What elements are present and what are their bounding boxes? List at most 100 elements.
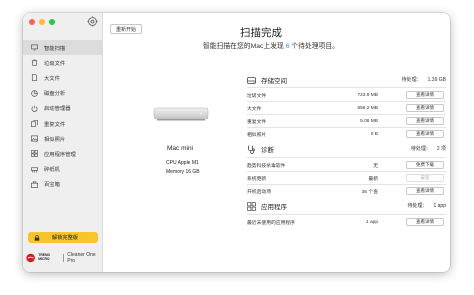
sidebar-nav: 智能扫描 垃圾文件 大文件 磁盘分析 启动管理器 重复文件 相似照片 应用程序管… bbox=[23, 40, 103, 192]
app-grid-icon bbox=[31, 150, 38, 158]
apps-pending: 待处理： 1 app bbox=[407, 202, 446, 209]
unlock-label: 解锁完整版 bbox=[52, 235, 78, 241]
install-button[interactable]: 安装 bbox=[406, 174, 444, 183]
diagnosis-pending: 待处理： 2 项 bbox=[411, 145, 446, 152]
sidebar-item-label: 相似照片 bbox=[44, 136, 66, 143]
toolbox-icon bbox=[31, 181, 38, 188]
pending-value: 1.39 GB bbox=[427, 77, 446, 83]
sidebar-item-duplicate-files[interactable]: 重复文件 bbox=[23, 116, 103, 131]
view-details-button[interactable]: 查看详情 bbox=[406, 130, 444, 139]
sidebar-item-toolbox[interactable]: 百宝箱 bbox=[23, 177, 103, 192]
sidebar-item-shredder[interactable]: 碎纸机 bbox=[23, 162, 103, 177]
storage-row-junk: 垃圾文件 723.9 MB 查看详情 bbox=[247, 90, 446, 101]
divider bbox=[247, 157, 446, 158]
sidebar-item-label: 应用程序管理 bbox=[44, 151, 76, 158]
mac-mini-image bbox=[153, 107, 209, 121]
settings-gear-icon[interactable] bbox=[87, 16, 98, 27]
brand-trend-micro: TREND MICRO bbox=[38, 253, 50, 261]
copy-icon bbox=[31, 120, 38, 127]
sidebar-item-junk-files[interactable]: 垃圾文件 bbox=[23, 55, 103, 70]
divider bbox=[247, 214, 446, 215]
divider bbox=[247, 171, 446, 172]
divider bbox=[247, 101, 446, 102]
view-details-button[interactable]: 查看详情 bbox=[406, 187, 444, 196]
view-details-button[interactable]: 查看详情 bbox=[406, 104, 444, 113]
storage-row-similar-photos: 相似照片 0 B 查看详情 bbox=[247, 129, 446, 140]
view-details-button[interactable]: 查看详情 bbox=[406, 117, 444, 126]
power-icon bbox=[31, 105, 38, 112]
summary-prefix: 智能扫描在您的Mac上发现 bbox=[203, 43, 286, 50]
sidebar-item-label: 启动管理器 bbox=[44, 106, 71, 113]
free-download-button[interactable]: 免费下载 bbox=[406, 161, 444, 170]
apps-title: 应用程序 bbox=[261, 204, 287, 211]
rescan-button[interactable]: 重新开始 bbox=[110, 24, 143, 34]
device-name: Mac mini bbox=[167, 145, 194, 152]
row-value: 5.06 MB bbox=[360, 118, 378, 124]
view-details-button[interactable]: 查看详情 bbox=[406, 218, 444, 227]
diagnosis-section-header: 诊断 待处理： 2 项 bbox=[247, 143, 446, 155]
shredder-icon bbox=[31, 166, 38, 173]
pending-label: 待处理： bbox=[410, 146, 431, 152]
photo-icon bbox=[31, 135, 38, 142]
app-grid-icon bbox=[247, 201, 256, 211]
apps-section-header: 应用程序 待处理： 1 app bbox=[247, 200, 446, 212]
sidebar-item-label: 磁盘分析 bbox=[44, 91, 66, 98]
sidebar-item-label: 垃圾文件 bbox=[44, 60, 66, 67]
unlock-full-version-button[interactable]: 解锁完整版 bbox=[28, 232, 98, 243]
sidebar-item-label: 百宝箱 bbox=[44, 182, 60, 189]
diagnosis-row-system-update: 系统更新 最新 安装 bbox=[247, 173, 446, 184]
pending-value: 2 项 bbox=[436, 146, 446, 152]
pending-label: 待处理： bbox=[401, 77, 422, 83]
summary-suffix: 个待处理项目。 bbox=[289, 43, 339, 50]
minimize-window-button[interactable] bbox=[39, 19, 45, 25]
sidebar-item-label: 碎纸机 bbox=[44, 167, 60, 174]
diagnosis-row-login-items: 开机启动项 36 个查 查看详情 bbox=[247, 186, 446, 197]
divider bbox=[247, 127, 446, 128]
sidebar-item-label: 重复文件 bbox=[44, 121, 66, 128]
apps-row-unused: 最近未使用的应用程序 1 app 查看详情 bbox=[247, 217, 446, 228]
trash-icon bbox=[31, 59, 38, 67]
sidebar: 智能扫描 垃圾文件 大文件 磁盘分析 启动管理器 重复文件 相似照片 应用程序管… bbox=[23, 13, 103, 272]
row-value: 656.2 MB bbox=[357, 105, 378, 111]
diagnosis-row-antivirus: 趋势科技杀毒软件 无 免费下载 bbox=[247, 160, 446, 171]
row-value: 0 B bbox=[370, 131, 378, 137]
diagnosis-title: 诊断 bbox=[261, 147, 274, 154]
file-icon bbox=[31, 74, 38, 82]
storage-row-duplicates: 重复文件 5.06 MB 查看详情 bbox=[247, 116, 446, 127]
storage-row-large-files: 大文件 656.2 MB 查看详情 bbox=[247, 103, 446, 114]
brand-footer: TREND MICRO Cleaner One Pro bbox=[26, 252, 102, 264]
row-value: 最新 bbox=[368, 176, 378, 182]
storage-pending: 待处理： 1.39 GB bbox=[402, 76, 446, 83]
divider bbox=[247, 184, 446, 185]
sidebar-item-similar-photos[interactable]: 相似照片 bbox=[23, 131, 103, 146]
sidebar-item-label: 大文件 bbox=[44, 75, 60, 82]
zoom-window-button[interactable] bbox=[49, 19, 55, 25]
window-controls bbox=[29, 19, 55, 25]
lock-icon bbox=[34, 234, 40, 241]
divider bbox=[247, 87, 446, 88]
storage-title: 存储空间 bbox=[261, 78, 287, 85]
pending-label: 待处理： bbox=[407, 203, 428, 209]
main-panel: 重新开始 扫描完成 智能扫描在您的Mac上发现 6 个待处理项目。 Mac mi… bbox=[103, 13, 450, 272]
sidebar-item-label: 智能扫描 bbox=[44, 45, 66, 52]
divider bbox=[247, 114, 446, 115]
sidebar-item-app-manager[interactable]: 应用程序管理 bbox=[23, 146, 103, 161]
trend-micro-logo-icon bbox=[26, 253, 35, 263]
stethoscope-icon bbox=[247, 145, 256, 154]
view-details-button[interactable]: 查看详情 bbox=[406, 91, 444, 100]
disk-icon bbox=[247, 76, 256, 85]
sidebar-item-startup-manager[interactable]: 启动管理器 bbox=[23, 101, 103, 116]
page-title: 扫描完成 bbox=[240, 27, 282, 39]
close-window-button[interactable] bbox=[29, 19, 35, 25]
pie-chart-icon bbox=[31, 89, 38, 97]
sidebar-item-large-files[interactable]: 大文件 bbox=[23, 70, 103, 85]
sidebar-item-smart-scan[interactable]: 智能扫描 bbox=[23, 40, 103, 56]
sidebar-item-disk-analysis[interactable]: 磁盘分析 bbox=[23, 86, 103, 101]
pending-value: 1 app bbox=[433, 203, 446, 209]
device-memory: Memory 16 GB bbox=[166, 169, 200, 175]
row-value: 723.9 MB bbox=[357, 92, 378, 98]
scan-summary: 智能扫描在您的Mac上发现 6 个待处理项目。 bbox=[203, 40, 339, 50]
storage-section-header: 存储空间 待处理： 1.39 GB bbox=[247, 74, 446, 86]
row-value: 1 app bbox=[365, 219, 378, 225]
monitor-icon bbox=[31, 44, 38, 51]
